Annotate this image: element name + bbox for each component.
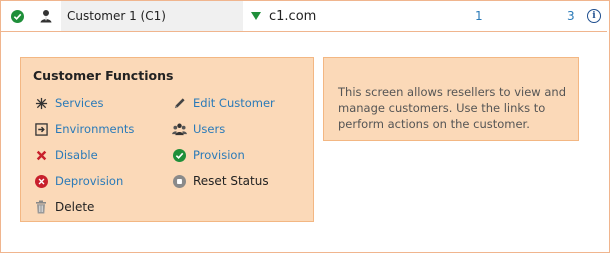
domain-label: c1.com xyxy=(269,8,317,24)
check-icon xyxy=(171,147,187,163)
edit-customer-label: Edit Customer xyxy=(193,96,275,110)
divider xyxy=(1,31,607,32)
domain[interactable]: c1.com xyxy=(251,1,491,31)
user-icon xyxy=(37,1,55,31)
deprovision-icon xyxy=(33,173,49,189)
provision-label: Provision xyxy=(193,148,245,162)
services-label: Services xyxy=(55,96,104,110)
reset-status-label: Reset Status xyxy=(193,174,269,188)
info-icon: i xyxy=(587,9,601,23)
users-label: Users xyxy=(193,122,226,136)
disable-link[interactable]: Disable xyxy=(33,147,98,163)
users-icon xyxy=(171,121,187,137)
reset-status-link[interactable]: Reset Status xyxy=(171,173,269,189)
delete-label: Delete xyxy=(55,200,95,214)
trash-icon xyxy=(33,199,49,215)
snowflake-icon xyxy=(33,95,49,111)
triangle-down-icon xyxy=(251,12,261,20)
users-link[interactable]: Users xyxy=(171,121,225,137)
services-link[interactable]: Services xyxy=(33,95,104,111)
count-link-a[interactable]: 1 xyxy=(475,1,495,31)
count-link-b[interactable]: 3 xyxy=(567,1,581,31)
edit-customer-link[interactable]: Edit Customer xyxy=(171,95,275,111)
customer-header-row: Customer 1 (C1) c1.com 1 3 i xyxy=(1,1,607,31)
provision-link[interactable]: Provision xyxy=(171,147,245,163)
customer-functions-panel: Customer Functions Services Environments… xyxy=(20,57,314,222)
deprovision-label: Deprovision xyxy=(55,174,124,188)
environments-link[interactable]: Environments xyxy=(33,121,134,137)
info-button[interactable]: i xyxy=(587,1,603,31)
help-panel: This screen allows resellers to view and… xyxy=(323,57,579,141)
environment-icon xyxy=(33,121,49,137)
reset-icon xyxy=(171,173,187,189)
pencil-icon xyxy=(171,95,187,111)
disable-label: Disable xyxy=(55,148,98,162)
delete-link[interactable]: Delete xyxy=(33,199,94,215)
customer-name[interactable]: Customer 1 (C1) xyxy=(61,1,243,31)
x-icon xyxy=(33,147,49,163)
deprovision-link[interactable]: Deprovision xyxy=(33,173,123,189)
help-text: This screen allows resellers to view and… xyxy=(338,85,566,131)
environments-label: Environments xyxy=(55,122,135,136)
panel-title: Customer Functions xyxy=(33,68,174,83)
status-ok-icon xyxy=(11,1,27,31)
